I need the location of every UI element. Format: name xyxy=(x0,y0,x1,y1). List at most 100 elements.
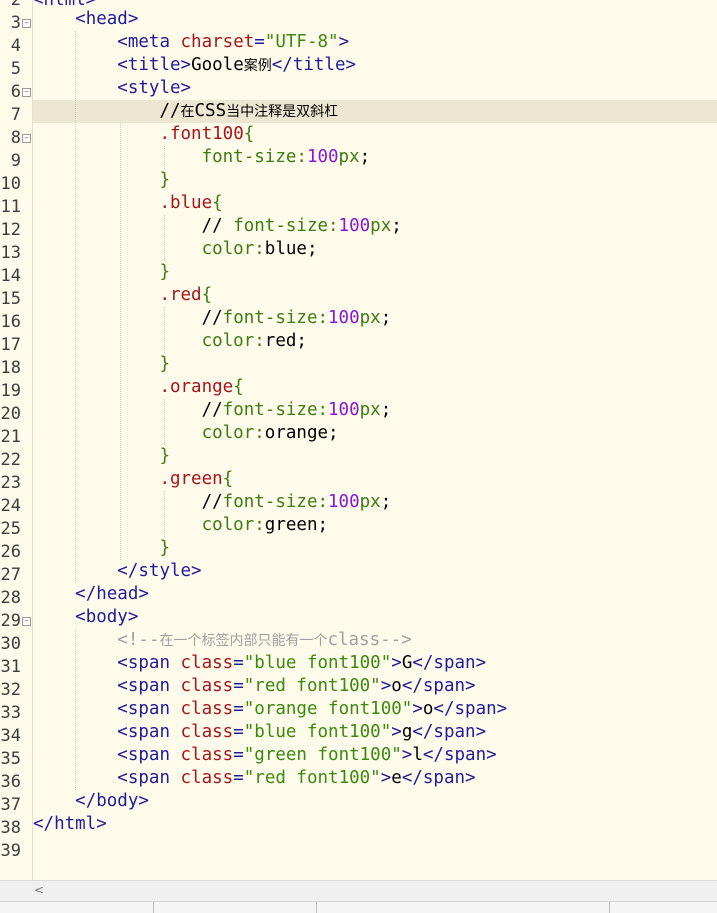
scroll-left-arrow[interactable]: < xyxy=(34,883,44,897)
number-value: 100 xyxy=(306,147,339,167)
span-token: = xyxy=(233,722,244,742)
code-line-12[interactable]: // font-size:100px; xyxy=(33,215,717,238)
horizontal-scrollbar[interactable]: < xyxy=(0,880,717,901)
semicolon: ; xyxy=(359,147,371,167)
number-value: 100 xyxy=(338,216,371,236)
span-token: </span> xyxy=(412,722,487,742)
code-line-10[interactable]: } xyxy=(33,169,717,192)
span-token: <span xyxy=(117,676,181,696)
span-token: </span> xyxy=(433,699,508,719)
line-number: 12 xyxy=(0,220,21,240)
code-line-span[interactable]: <span class="blue font100">g</span> xyxy=(33,721,717,744)
indent-guide xyxy=(75,31,76,583)
code-line-38[interactable]: </html> xyxy=(33,813,717,836)
open-brace: { xyxy=(212,193,223,213)
fold-toggle-icon[interactable]: − xyxy=(22,617,31,626)
span-token: "green font100" xyxy=(243,745,402,765)
close-brace: } xyxy=(159,446,170,466)
code-line-span[interactable]: <span class="blue font100">G</span> xyxy=(33,652,717,675)
code-line-span[interactable]: <span class="red font100">e</span> xyxy=(33,767,717,790)
code-line-24[interactable]: //font-size:100px; xyxy=(33,491,717,514)
span-token: class xyxy=(180,722,234,742)
indent-guide xyxy=(164,491,165,537)
indent-guide xyxy=(164,146,165,169)
line-number: 23 xyxy=(0,473,21,493)
line-number: 26 xyxy=(0,542,21,562)
code-line-11[interactable]: .blue{ xyxy=(33,192,717,215)
span-token: > xyxy=(412,699,423,719)
fold-toggle-icon[interactable]: − xyxy=(22,88,31,97)
code-line-span[interactable]: <span class="green font100">l</span> xyxy=(33,744,717,767)
code-line-26[interactable]: } xyxy=(33,537,717,560)
span-token: <span xyxy=(117,699,181,719)
line-number: 29 xyxy=(0,611,21,631)
line-number: 19 xyxy=(0,381,21,401)
span-token: > xyxy=(401,745,413,765)
meta-charset-value: "UTF-8" xyxy=(264,32,339,52)
unit-px: px xyxy=(370,216,392,236)
number-value: 100 xyxy=(328,308,360,328)
code-line-span[interactable]: <span class="red font100">o</span> xyxy=(33,675,717,698)
css-comment-cn-2: 当中注释是双斜杠 xyxy=(226,104,339,120)
meta-equals: = xyxy=(254,32,265,52)
property-font-size: font-size: xyxy=(222,492,329,512)
span-token: = xyxy=(233,699,244,719)
line-number: 11 xyxy=(0,197,21,217)
css-comment-css: CSS xyxy=(194,101,227,121)
code-line-20[interactable]: //font-size:100px; xyxy=(33,399,717,422)
line-number: 35 xyxy=(0,749,21,769)
code-line-27[interactable]: </style> xyxy=(33,560,717,583)
style-close-tag: </style> xyxy=(117,561,202,581)
code-line-span[interactable]: <span class="orange font100">o</span> xyxy=(33,698,717,721)
code-line-23[interactable]: .green{ xyxy=(33,468,717,491)
property-color: color: xyxy=(201,423,265,443)
title-close-tag: </title> xyxy=(271,55,357,75)
code-line-30[interactable]: <!--在一个标签内部只能有一个class--> xyxy=(33,629,717,652)
code-line-14[interactable]: } xyxy=(33,261,717,284)
span-token: "blue font100" xyxy=(243,722,392,742)
code-line-16[interactable]: //font-size:100px; xyxy=(33,307,717,330)
line-number: 8 xyxy=(10,128,21,148)
line-number: 14 xyxy=(0,266,21,286)
code-line-7-current[interactable]: //在CSS当中注释是双斜杠 xyxy=(33,100,717,123)
code-line-3[interactable]: <head> xyxy=(33,8,717,31)
span-token: = xyxy=(233,768,244,788)
code-line-6[interactable]: <style> xyxy=(33,77,717,100)
color-value-red: red; xyxy=(264,331,307,351)
code-editor[interactable]: 2 3 4 5 6 7 8 9 10 11 12 13 14 15 16 17 18 19 20 21 22 23 24 25… xyxy=(0,0,717,880)
code-line-8[interactable]: .font100{ xyxy=(33,123,717,146)
line-number: 36 xyxy=(0,772,21,792)
unit-px: px xyxy=(359,492,381,512)
code-line-9[interactable]: font-size:100px; xyxy=(33,146,717,169)
span-token: class xyxy=(180,768,234,788)
open-brace: { xyxy=(222,469,234,489)
property-color: color: xyxy=(201,515,265,535)
line-number: 32 xyxy=(0,680,21,700)
semicolon: ; xyxy=(380,308,392,328)
code-line-13[interactable]: color:blue; xyxy=(33,238,717,261)
code-line-17[interactable]: color:red; xyxy=(33,330,717,353)
code-line-4[interactable]: <meta charset="UTF-8"> xyxy=(33,31,717,54)
code-line-5[interactable]: <title>Goole案例</title> xyxy=(33,54,717,77)
span-token: "red font100" xyxy=(243,768,381,788)
line-number: 4 xyxy=(10,36,21,56)
line-number: 33 xyxy=(0,703,21,723)
code-line-28[interactable]: </head> xyxy=(33,583,717,606)
code-line-25[interactable]: color:green; xyxy=(33,514,717,537)
code-line-21[interactable]: color:orange; xyxy=(33,422,717,445)
fold-toggle-icon[interactable]: − xyxy=(22,19,31,28)
code-line-19[interactable]: .orange{ xyxy=(33,376,717,399)
fold-toggle-icon[interactable]: − xyxy=(22,134,31,143)
code-line-18[interactable]: } xyxy=(33,353,717,376)
code-line-29[interactable]: <body> xyxy=(33,606,717,629)
number-value: 100 xyxy=(328,400,360,420)
meta-charset-attr: charset xyxy=(180,32,255,52)
semicolon: ; xyxy=(380,492,392,512)
code-line-37[interactable]: </body> xyxy=(33,790,717,813)
open-brace: { xyxy=(243,124,255,144)
status-cell-divider xyxy=(316,902,317,913)
property-font-size: font-size: xyxy=(201,147,307,167)
html-comment-cn: 在一个标签内部只能有一个 xyxy=(159,633,328,649)
code-line-22[interactable]: } xyxy=(33,445,717,468)
code-line-15[interactable]: .red{ xyxy=(33,284,717,307)
